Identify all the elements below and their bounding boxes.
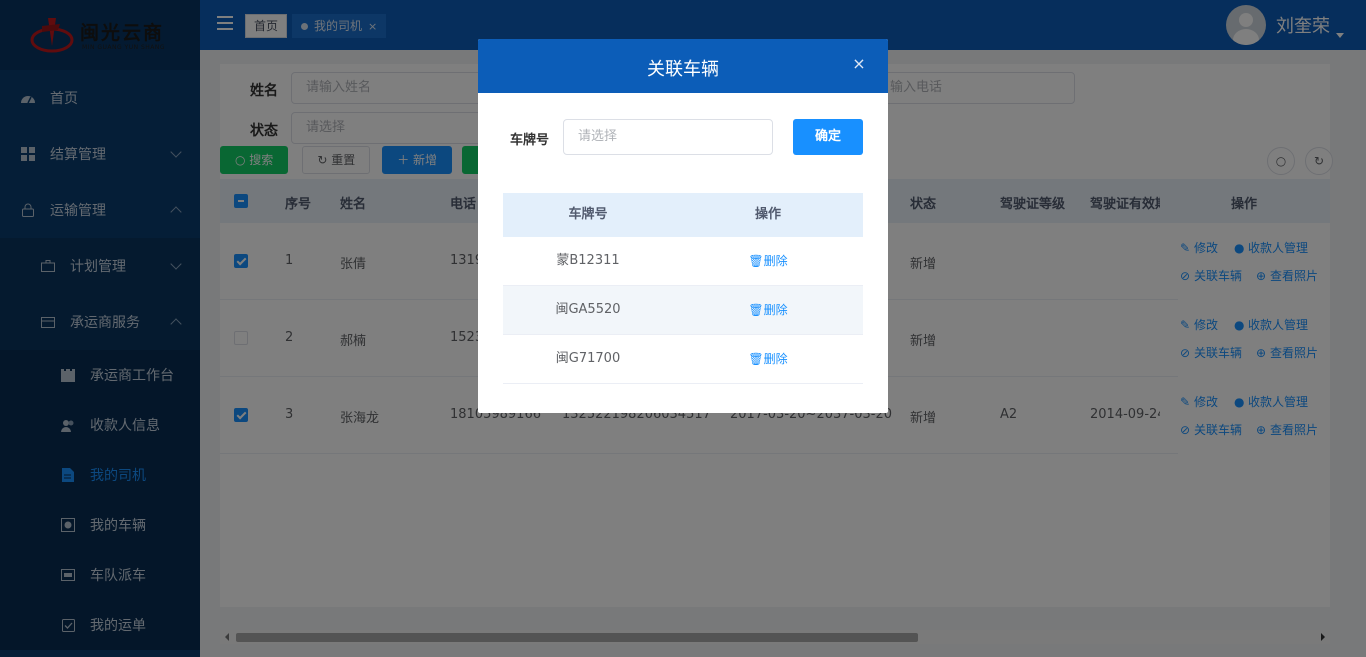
- close-icon[interactable]: ×: [852, 56, 866, 72]
- confirm-button[interactable]: 确定: [793, 119, 863, 155]
- table-row: 闽GA5520 🗑删除: [503, 286, 863, 335]
- column-header: 操作: [754, 207, 781, 222]
- dialog-header: 关联车辆 ×: [478, 39, 888, 93]
- vehicle-table: 车牌号 操作 蒙B12311 🗑删除 闽GA5520 🗑删除 闽G71700 🗑…: [503, 193, 863, 384]
- trash-icon: 🗑: [748, 352, 764, 366]
- trash-icon: 🗑: [748, 303, 764, 317]
- column-header: 车牌号: [568, 207, 608, 222]
- table-row: 闽G71700 🗑删除: [503, 335, 863, 384]
- plate-number: 蒙B12311: [556, 253, 620, 268]
- action-cell: 🗑删除: [673, 286, 863, 334]
- plate-number: 闽G71700: [555, 351, 621, 366]
- delete-link[interactable]: 🗑删除: [748, 254, 787, 268]
- table-row: 蒙B12311 🗑删除: [503, 237, 863, 286]
- link-vehicle-dialog: 关联车辆 × 车牌号 请选择 确定 车牌号 操作 蒙B12311 🗑删除 闽GA…: [478, 39, 888, 413]
- delete-link[interactable]: 🗑删除: [748, 352, 787, 366]
- table-header: 车牌号 操作: [503, 193, 863, 237]
- link-label: 删除: [763, 303, 788, 317]
- plate-number: 闽GA5520: [555, 302, 621, 317]
- dialog-title: 关联车辆: [647, 59, 719, 80]
- plate-label: 车牌号: [510, 133, 550, 148]
- link-label: 删除: [763, 254, 788, 268]
- link-label: 删除: [763, 352, 788, 366]
- action-cell: 🗑删除: [673, 237, 863, 285]
- action-cell: 🗑删除: [673, 335, 863, 383]
- plate-select[interactable]: 请选择: [563, 119, 773, 155]
- delete-link[interactable]: 🗑删除: [748, 303, 787, 317]
- trash-icon: 🗑: [748, 254, 764, 268]
